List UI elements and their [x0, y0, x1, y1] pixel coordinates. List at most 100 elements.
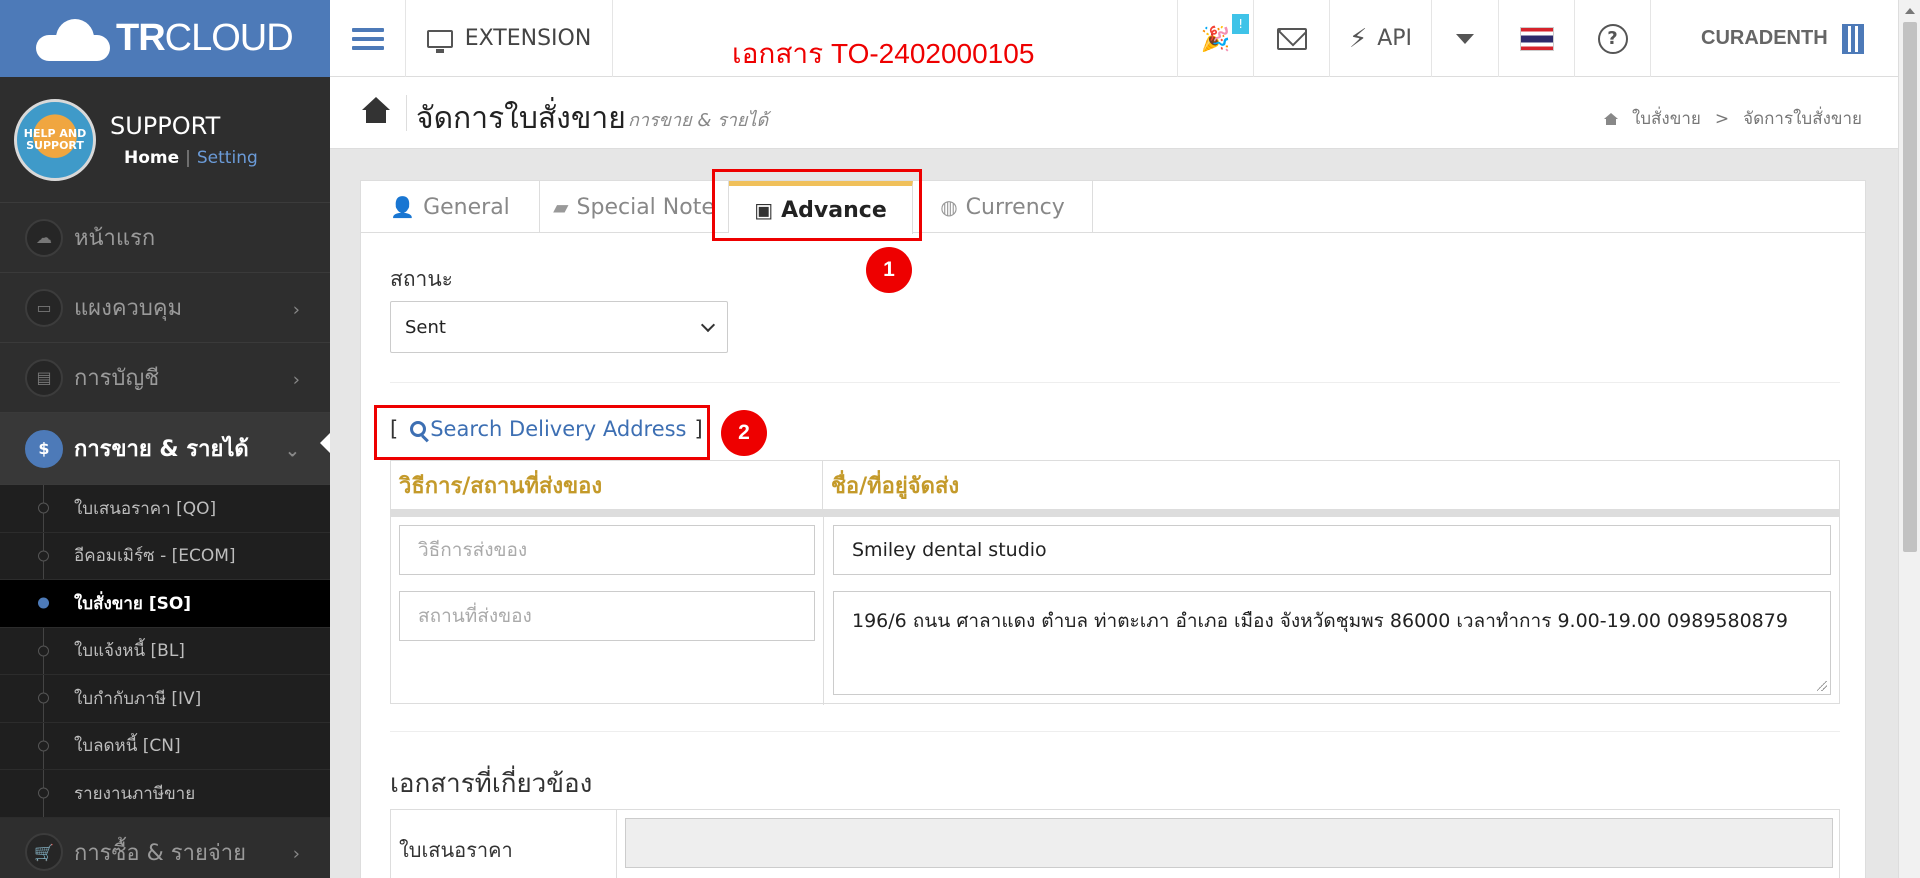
language-button[interactable]	[1499, 0, 1575, 77]
recipient-name-input[interactable]: Smiley dental studio	[833, 525, 1831, 575]
quotation-field[interactable]	[625, 818, 1833, 868]
sidebar-item-label: การซื้อ & รายจ่าย	[74, 840, 246, 866]
question-circle-icon: ?	[1597, 23, 1628, 54]
notification-badge: !	[1232, 14, 1249, 34]
submenu-item-tax-invoice[interactable]: ใบกำกับภาษี [IV]	[0, 675, 330, 723]
dropdown-button[interactable]	[1432, 0, 1499, 77]
bullet-icon	[38, 502, 49, 514]
sidebar-item-sales[interactable]: $ การขาย & รายได้ ⌄	[0, 413, 330, 485]
menu-toggle-button[interactable]	[330, 0, 406, 77]
delivery-address-textarea[interactable]: 196/6 ถนน ศาลาแดง ตำบล ท่าตะเภา อำเภอ เม…	[833, 591, 1831, 695]
sidebar: TRCLOUD HELP AND SUPPORT SUPPORT Home | Se…	[0, 0, 330, 878]
setting-link[interactable]: Setting	[197, 148, 258, 168]
tab-bar: 👤 General ▰ Special Note ▣ Advance ◍ Currenc…	[361, 181, 1865, 234]
cloud-logo-icon	[36, 17, 110, 61]
monitor-icon: ▭	[25, 288, 63, 327]
extension-button[interactable]: EXTENSION	[406, 0, 613, 77]
submenu-item-sales-tax-report[interactable]: รายงานภาษีขาย	[0, 770, 330, 818]
plug-icon: ⚡	[1348, 23, 1368, 54]
bullet-icon	[38, 787, 49, 799]
bullet-icon	[38, 645, 49, 657]
globe-icon: ◍	[940, 195, 958, 219]
user-icon: 👤	[390, 195, 416, 219]
annotation-marker-2: 2	[721, 410, 767, 456]
avatar[interactable]: HELP AND SUPPORT	[14, 98, 96, 181]
submenu-item-billing[interactable]: ใบแจ้งหนี้ [BL]	[0, 628, 330, 675]
document-title: เอกสาร TO-2402000105	[732, 38, 1035, 69]
tab-special-note[interactable]: ▰ Special Note	[540, 181, 729, 233]
page-subtitle: การขาย & รายได้	[628, 110, 769, 131]
sidebar-item-accounting[interactable]: ▤ การบัญชี ›	[0, 343, 330, 413]
resize-handle-icon[interactable]	[1817, 681, 1827, 691]
hamburger-icon	[351, 23, 384, 55]
company-button[interactable]: CURADENTH	[1651, 0, 1898, 77]
sidebar-item-dashboard[interactable]: ▭ แผงควบคุม ›	[0, 273, 330, 343]
bullet-icon	[38, 740, 49, 752]
book-icon: ▤	[25, 358, 63, 397]
home-icon	[1603, 112, 1618, 125]
party-popper-icon: 🎉	[1200, 24, 1231, 53]
shipping-method-input[interactable]: วิธีการส่งของ	[399, 525, 815, 575]
chevron-right-icon: ›	[292, 843, 300, 865]
tab-currency[interactable]: ◍ Currency	[913, 181, 1093, 233]
status-select[interactable]: Sent	[390, 301, 728, 353]
submenu-item-ecommerce[interactable]: อีคอมเมิร์ซ - [ECOM]	[0, 533, 330, 580]
brand-name: TRCLOUD	[116, 17, 294, 59]
annotation-box-search-address	[374, 405, 710, 460]
help-button[interactable]: ?	[1575, 0, 1651, 77]
submenu-item-sales-order[interactable]: ใบสั่งขาย [SO]	[0, 580, 330, 628]
profile-name: SUPPORT	[110, 111, 221, 140]
monitor-icon	[426, 29, 453, 53]
delivery-table: วิธีการ/สถานที่ส่งของ ชื่อ/ที่อยู่จัดส่ง…	[390, 460, 1840, 705]
api-button[interactable]: ⚡ API	[1330, 0, 1432, 77]
caret-down-icon	[1456, 33, 1474, 44]
home-link[interactable]: Home	[124, 148, 179, 168]
page-header: จัดการใบสั่งขาย การขาย & รายได้ ใบสั่งขา…	[330, 77, 1898, 149]
thai-flag-icon	[1519, 26, 1554, 51]
brand-logo[interactable]: TRCLOUD	[0, 0, 330, 77]
status-label: สถานะ	[390, 267, 453, 291]
scroll-thumb[interactable]	[1903, 22, 1917, 552]
related-documents-title: เอกสารที่เกี่ยวข้อง	[390, 769, 593, 799]
submenu-item-credit-note[interactable]: ใบลดหนี้ [CN]	[0, 723, 330, 770]
sidebar-item-label: การขาย & รายได้	[74, 437, 249, 462]
quotation-label: ใบเสนอราคา	[399, 838, 513, 862]
top-bar: EXTENSION เอกสาร TO-2402000105 🎉 ! ⚡ API…	[330, 0, 1898, 77]
content-panel: 👤 General ▰ Special Note ▣ Advance ◍ Currenc…	[360, 180, 1866, 878]
chevron-right-icon: ›	[292, 369, 300, 391]
chevron-right-icon: >	[1714, 108, 1730, 129]
envelope-icon	[1276, 27, 1307, 50]
tab-general[interactable]: 👤 General	[361, 181, 540, 233]
bullet-icon	[38, 692, 49, 704]
sales-submenu: ใบเสนอราคา [QO] อีคอมเมิร์ซ - [ECOM] ใบส…	[0, 485, 330, 818]
column-header-method: วิธีการ/สถานที่ส่งของ	[391, 461, 823, 509]
cloud-icon: ☁	[25, 218, 63, 257]
column-header-address: ชื่อ/ที่อยู่จัดส่ง	[831, 473, 960, 499]
building-icon	[1841, 23, 1864, 54]
sidebar-item-label: แผงควบคุม	[74, 296, 183, 321]
cart-icon: 🛒	[25, 833, 63, 871]
breadcrumb: ใบสั่งขาย > จัดการใบสั่งขาย	[1603, 105, 1862, 132]
note-icon: ▰	[553, 195, 569, 219]
sidebar-item-label: หน้าแรก	[74, 226, 156, 251]
page-title: จัดการใบสั่งขาย	[416, 101, 626, 136]
bullet-icon	[38, 550, 49, 562]
breadcrumb-item-sales-order[interactable]: ใบสั่งขาย	[1632, 105, 1701, 132]
sidebar-item-label: การบัญชี	[74, 366, 160, 391]
vertical-scrollbar[interactable]	[1898, 0, 1920, 878]
scroll-up-icon[interactable]	[1905, 8, 1915, 14]
annotation-marker-1: 1	[866, 247, 912, 293]
bullet-icon	[38, 597, 49, 609]
submenu-item-quotation[interactable]: ใบเสนอราคา [QO]	[0, 485, 330, 533]
chevron-down-icon: ⌄	[284, 440, 300, 462]
notifications-button[interactable]: 🎉 !	[1177, 0, 1254, 77]
breadcrumb-item-current: จัดการใบสั่งขาย	[1743, 109, 1862, 129]
mail-button[interactable]	[1254, 0, 1330, 77]
sidebar-item-purchases[interactable]: 🛒 การซื้อ & รายจ่าย ›	[0, 818, 330, 878]
sidebar-item-home[interactable]: ☁ หน้าแรก	[0, 203, 330, 273]
annotation-box-advance-tab	[712, 169, 922, 241]
home-icon[interactable]	[360, 97, 392, 125]
user-profile: HELP AND SUPPORT SUPPORT Home | Setting	[0, 77, 330, 203]
related-documents-table: ใบเสนอราคา	[390, 809, 1840, 878]
shipping-place-input[interactable]: สถานที่ส่งของ	[399, 591, 815, 641]
